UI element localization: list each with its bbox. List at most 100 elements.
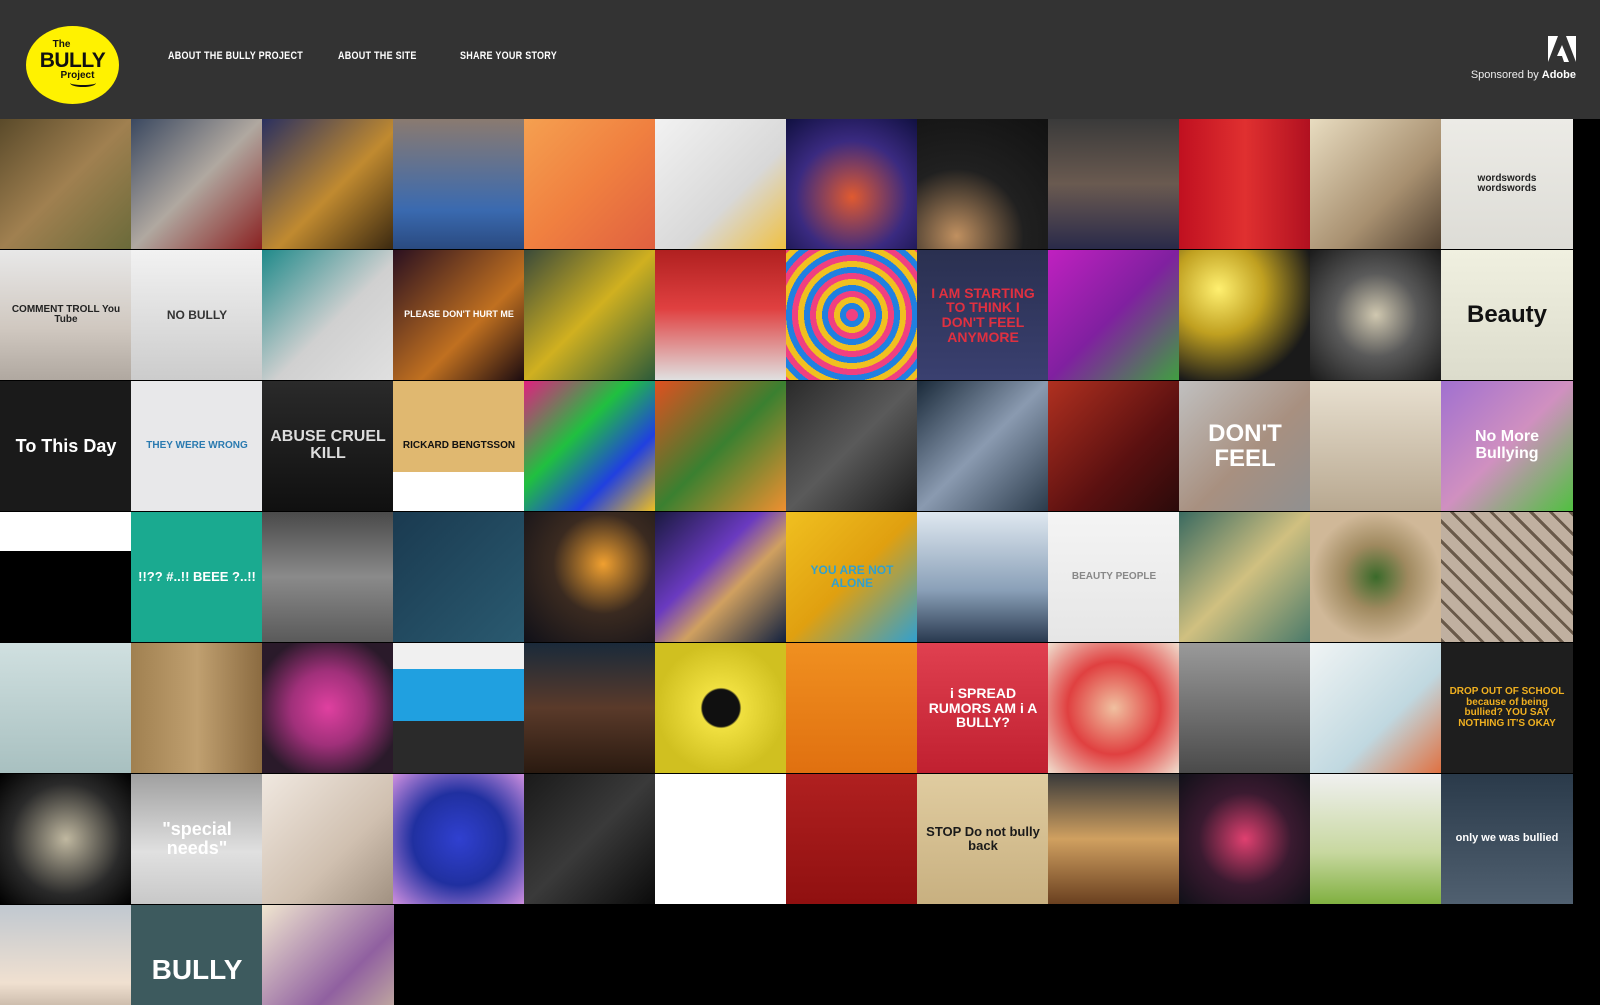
artwork-tile[interactable] <box>524 250 656 380</box>
artwork-tile[interactable] <box>393 119 525 249</box>
artwork-tile[interactable]: Beauty <box>1441 250 1573 380</box>
artwork-tile[interactable] <box>131 119 263 249</box>
artwork-tile[interactable]: YOU ARE NOT ALONE <box>786 512 918 642</box>
artwork-tile[interactable]: NO BULLY <box>131 250 263 380</box>
artwork-tile[interactable]: wordswords wordswords <box>1441 119 1573 249</box>
artwork-tile[interactable] <box>655 250 787 380</box>
artwork-tile[interactable] <box>262 643 394 773</box>
artwork-tile[interactable] <box>131 643 263 773</box>
artwork-tile-caption: !!?? #..!! BEEE ?..!! <box>138 569 256 585</box>
sponsor-text: Sponsored by Adobe <box>1471 69 1576 81</box>
artwork-tile-caption: YOU ARE NOT ALONE <box>810 563 894 590</box>
artwork-gallery-grid: wordswords wordswords COMMENT TROLL You T… <box>0 119 1600 1005</box>
artwork-tile[interactable] <box>1310 774 1442 904</box>
artwork-tile[interactable] <box>393 643 525 773</box>
artwork-tile[interactable] <box>262 119 394 249</box>
artwork-tile-caption: No More Bullying <box>1475 428 1539 462</box>
artwork-tile[interactable] <box>1048 774 1180 904</box>
artwork-tile[interactable]: only we was bullied <box>1441 774 1573 904</box>
artwork-tile[interactable] <box>786 774 918 904</box>
artwork-tile-caption: I AM STARTING TO THINK I DON'T FEEL ANYM… <box>931 284 1035 345</box>
artwork-tile[interactable] <box>1179 643 1311 773</box>
artwork-tile[interactable] <box>1310 250 1442 380</box>
main-nav: ABOUT THE BULLY PROJECT ABOUT THE SITE S… <box>168 50 580 62</box>
artwork-tile[interactable] <box>1310 512 1442 642</box>
artwork-tile[interactable]: !!?? #..!! BEEE ?..!! <box>131 512 263 642</box>
artwork-tile[interactable]: THEY WERE WRONG <box>131 381 263 511</box>
artwork-tile[interactable] <box>524 512 656 642</box>
artwork-tile[interactable]: PLEASE DON'T HURT ME <box>393 250 525 380</box>
artwork-tile[interactable] <box>786 381 918 511</box>
artwork-tile[interactable] <box>786 643 918 773</box>
bully-project-logo[interactable]: The BULLY Project <box>26 26 119 104</box>
artwork-tile[interactable]: RICKARD BENGTSSON <box>393 381 525 511</box>
nav-share-story[interactable]: SHARE YOUR STORY <box>460 50 558 62</box>
artwork-tile[interactable] <box>262 512 394 642</box>
artwork-tile[interactable] <box>1310 119 1442 249</box>
artwork-tile[interactable] <box>917 119 1049 249</box>
artwork-tile[interactable] <box>0 512 132 642</box>
artwork-tile[interactable] <box>1310 643 1442 773</box>
artwork-tile[interactable]: BEAUTY PEOPLE <box>1048 512 1180 642</box>
artwork-tile[interactable] <box>655 512 787 642</box>
artwork-tile[interactable] <box>917 512 1049 642</box>
artwork-tile[interactable] <box>1179 119 1311 249</box>
artwork-tile[interactable]: BULLY <box>131 905 263 1005</box>
artwork-tile[interactable] <box>655 774 787 904</box>
artwork-tile[interactable] <box>524 381 656 511</box>
sponsor-block[interactable]: Sponsored by Adobe <box>1471 36 1576 81</box>
artwork-tile[interactable] <box>1048 643 1180 773</box>
artwork-tile[interactable]: "special needs" <box>131 774 263 904</box>
artwork-tile[interactable] <box>262 905 394 1005</box>
artwork-tile-caption: RICKARD BENGTSSON <box>402 439 516 451</box>
artwork-tile[interactable] <box>655 119 787 249</box>
nav-about-site[interactable]: ABOUT THE SITE <box>338 50 438 62</box>
artwork-tile-caption: NO BULLY <box>166 307 228 322</box>
artwork-tile-caption: "special needs" <box>162 819 232 858</box>
artwork-tile[interactable] <box>1310 381 1442 511</box>
artwork-tile[interactable] <box>0 905 132 1005</box>
artwork-tile[interactable]: STOP Do not bully back <box>917 774 1049 904</box>
artwork-tile-caption: Beauty <box>1466 301 1548 329</box>
artwork-tile[interactable] <box>0 119 132 249</box>
artwork-tile[interactable] <box>786 250 918 380</box>
logo-smile-icon <box>69 79 96 87</box>
artwork-tile[interactable]: To This Day <box>0 381 132 511</box>
artwork-tile[interactable] <box>524 119 656 249</box>
artwork-tile[interactable] <box>393 774 525 904</box>
artwork-tile[interactable]: ABUSE CRUEL KILL <box>262 381 394 511</box>
artwork-tile[interactable] <box>1179 250 1311 380</box>
artwork-tile[interactable] <box>393 512 525 642</box>
artwork-tile-caption: BULLY <box>151 954 243 986</box>
site-header: The BULLY Project ABOUT THE BULLY PROJEC… <box>0 0 1600 119</box>
artwork-tile[interactable]: DROP OUT OF SCHOOL because of being bull… <box>1441 643 1573 773</box>
artwork-tile-caption: STOP Do not bully back <box>926 824 1040 853</box>
artwork-tile[interactable] <box>1048 250 1180 380</box>
artwork-tile[interactable] <box>262 774 394 904</box>
artwork-tile[interactable] <box>262 250 394 380</box>
artwork-tile[interactable] <box>655 381 787 511</box>
nav-about-bully-project[interactable]: ABOUT THE BULLY PROJECT <box>168 50 307 62</box>
artwork-tile[interactable] <box>786 119 918 249</box>
artwork-tile[interactable] <box>1179 512 1311 642</box>
artwork-tile[interactable]: COMMENT TROLL You Tube <box>0 250 132 380</box>
artwork-tile[interactable]: I AM STARTING TO THINK I DON'T FEEL ANYM… <box>917 250 1049 380</box>
artwork-tile[interactable] <box>1048 381 1180 511</box>
sponsor-brand: Adobe <box>1541 69 1576 81</box>
artwork-tile[interactable] <box>524 643 656 773</box>
artwork-tile[interactable] <box>1179 774 1311 904</box>
artwork-tile[interactable]: i SPREAD RUMORS AM i A BULLY? <box>917 643 1049 773</box>
artwork-tile[interactable] <box>0 774 132 904</box>
artwork-tile[interactable] <box>524 774 656 904</box>
artwork-tile[interactable] <box>655 643 787 773</box>
artwork-tile[interactable] <box>1048 119 1180 249</box>
artwork-tile[interactable] <box>0 643 132 773</box>
artwork-tile[interactable]: DON'T FEEL <box>1179 381 1311 511</box>
artwork-tile[interactable]: No More Bullying <box>1441 381 1573 511</box>
logo-bully-text: BULLY <box>39 48 106 72</box>
artwork-tile[interactable] <box>1441 512 1573 642</box>
adobe-logo-icon <box>1548 36 1576 62</box>
artwork-tile-caption: THEY WERE WRONG <box>146 439 248 451</box>
artwork-tile-caption: only we was bullied <box>1455 832 1559 845</box>
artwork-tile[interactable] <box>917 381 1049 511</box>
